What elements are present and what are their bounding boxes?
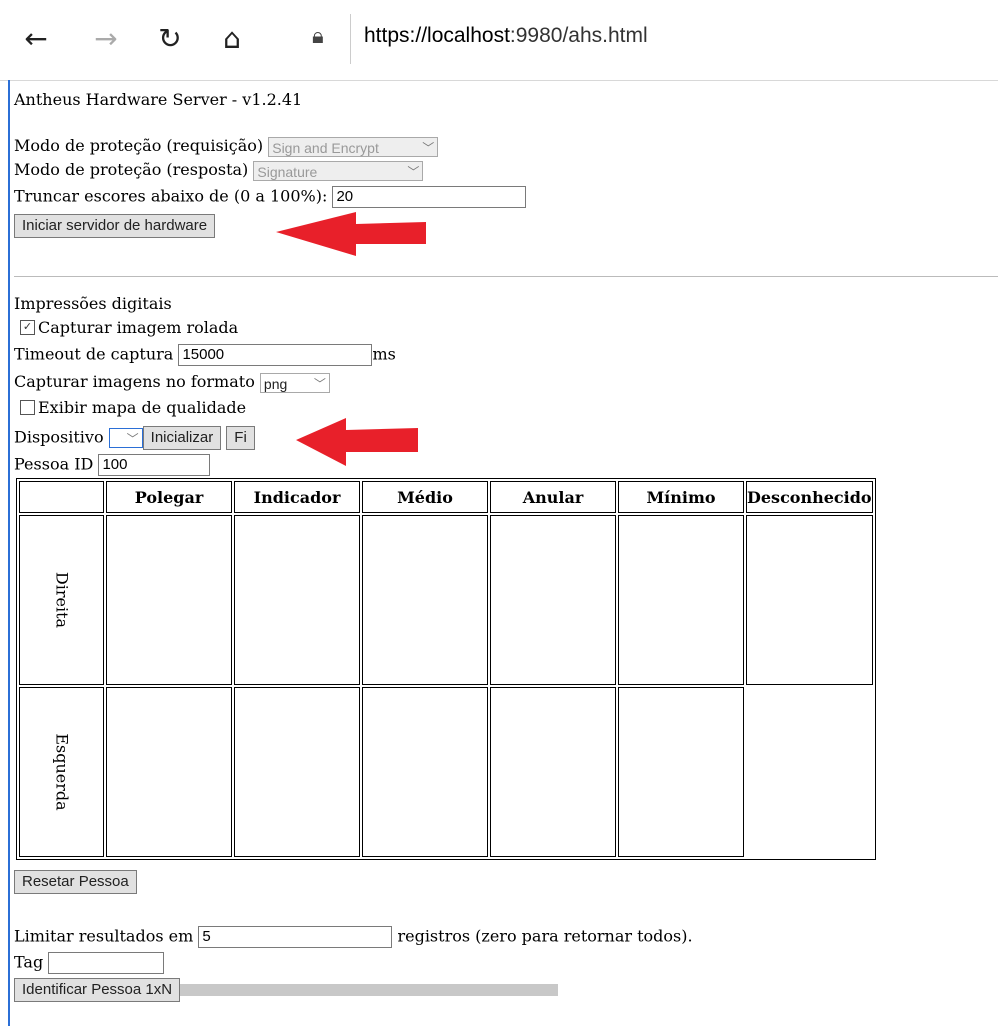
tag-row: Tag xyxy=(14,952,165,974)
start-server-button[interactable]: Iniciar servidor de hardware xyxy=(14,214,216,238)
truncate-row: Truncar escores abaixo de (0 a 100%): 20 xyxy=(14,186,527,208)
request-mode-row: Modo de proteção (requisição) Sign and E… xyxy=(14,136,439,157)
person-id-row: Pessoa ID 100 xyxy=(14,454,211,476)
person-id-label: Pessoa ID xyxy=(14,454,94,474)
timeout-label: Timeout de captura xyxy=(14,344,174,364)
finger-slot[interactable] xyxy=(746,515,873,685)
finalize-button[interactable]: Fi xyxy=(226,426,255,450)
quality-map-row: Exibir mapa de qualidade xyxy=(14,398,246,418)
column-header: Mínimo xyxy=(618,481,744,513)
finger-slot[interactable] xyxy=(106,515,232,685)
reset-row: Resetar Pessoa xyxy=(14,870,137,894)
device-label: Dispositivo xyxy=(14,427,104,447)
quality-map-label: Exibir mapa de qualidade xyxy=(38,398,247,417)
limit-label: Limitar resultados em xyxy=(14,926,194,946)
column-header: Desconhecido xyxy=(746,481,873,513)
device-select[interactable]: ﹀ xyxy=(108,428,143,448)
finger-slot[interactable] xyxy=(106,687,232,857)
row-label-right: Direita xyxy=(19,515,104,685)
page-title: Antheus Hardware Server - v1.2.41 xyxy=(14,90,303,109)
row-label-text: Direita xyxy=(52,571,71,629)
identify-progress-bar xyxy=(180,984,559,996)
format-select[interactable]: png ﹀ xyxy=(259,372,330,393)
fingerprint-table: Polegar Indicador Médio Anular Mínimo De… xyxy=(16,478,876,860)
capture-rolled-row: ✓ Capturar imagem rolada xyxy=(14,318,238,338)
tag-input[interactable] xyxy=(48,952,165,974)
page-left-edge xyxy=(8,80,10,1026)
column-header: Polegar xyxy=(106,481,232,513)
reset-person-button[interactable]: Resetar Pessoa xyxy=(14,870,137,894)
capture-rolled-label: Capturar imagem rolada xyxy=(38,318,239,337)
quality-map-checkbox[interactable] xyxy=(20,400,35,415)
column-header: Médio xyxy=(362,481,488,513)
row-label-left: Esquerda xyxy=(19,687,104,857)
section-divider xyxy=(14,276,998,277)
finger-slot[interactable] xyxy=(618,687,744,857)
table-row: Direita xyxy=(19,515,873,685)
limit-row: Limitar resultados em 5 registros (zero … xyxy=(14,926,693,948)
chevron-down-icon: ﹀ xyxy=(313,376,326,391)
page-content: Antheus Hardware Server - v1.2.41 Modo d… xyxy=(14,0,998,1026)
chevron-down-icon: ﹀ xyxy=(407,164,420,179)
column-header: Anular xyxy=(490,481,616,513)
table-row: Esquerda xyxy=(19,687,873,857)
tag-label: Tag xyxy=(14,952,44,972)
format-row: Capturar imagens no formato png ﹀ xyxy=(14,372,330,393)
response-mode-label: Modo de proteção (resposta) xyxy=(14,160,249,179)
format-value: png xyxy=(263,375,288,392)
fingerprints-title: Impressões digitais xyxy=(14,294,172,313)
empty-slot xyxy=(746,687,873,857)
limit-input[interactable]: 5 xyxy=(198,926,393,948)
row-label-text: Esquerda xyxy=(52,733,71,811)
device-row: Dispositivo ﹀ Inicializar Fi xyxy=(14,426,255,450)
finger-slot[interactable] xyxy=(618,515,744,685)
corner-header xyxy=(19,481,104,513)
capture-rolled-checkbox[interactable]: ✓ xyxy=(20,320,35,335)
format-label: Capturar imagens no formato xyxy=(14,372,255,391)
truncate-input[interactable]: 20 xyxy=(332,186,527,208)
finger-slot[interactable] xyxy=(490,687,616,857)
identify-person-button[interactable]: Identificar Pessoa 1xN xyxy=(14,978,181,1002)
timeout-row: Timeout de captura 15000 ms xyxy=(14,344,396,366)
finger-slot[interactable] xyxy=(362,515,488,685)
red-arrow-annotation xyxy=(296,418,418,466)
truncate-label: Truncar escores abaixo de (0 a 100%): xyxy=(14,186,328,206)
request-mode-select[interactable]: Sign and Encrypt ﹀ xyxy=(268,136,439,157)
limit-suffix: registros (zero para retornar todos). xyxy=(397,926,693,946)
identify-row: Identificar Pessoa 1xN xyxy=(14,978,559,1002)
request-mode-value: Sign and Encrypt xyxy=(272,139,379,156)
finger-slot[interactable] xyxy=(362,687,488,857)
response-mode-select[interactable]: Signature ﹀ xyxy=(253,160,424,181)
arrow-shape xyxy=(276,212,426,256)
request-mode-label: Modo de proteção (requisição) xyxy=(14,136,264,155)
chevron-down-icon: ﹀ xyxy=(422,140,435,155)
initialize-button[interactable]: Inicializar xyxy=(142,426,222,450)
arrow-shape xyxy=(296,418,418,466)
red-arrow-annotation xyxy=(276,212,426,256)
start-row: Iniciar servidor de hardware xyxy=(14,214,216,238)
chevron-down-icon: ﹀ xyxy=(126,432,139,446)
response-mode-row: Modo de proteção (resposta) Signature ﹀ xyxy=(14,160,424,181)
column-header: Indicador xyxy=(234,481,360,513)
response-mode-value: Signature xyxy=(257,163,318,180)
finger-slot[interactable] xyxy=(234,687,360,857)
timeout-input[interactable]: 15000 xyxy=(178,344,373,366)
timeout-unit: ms xyxy=(372,344,396,364)
person-id-input[interactable]: 100 xyxy=(98,454,211,476)
finger-slot[interactable] xyxy=(234,515,360,685)
table-header-row: Polegar Indicador Médio Anular Mínimo De… xyxy=(19,481,873,513)
finger-slot[interactable] xyxy=(490,515,616,685)
